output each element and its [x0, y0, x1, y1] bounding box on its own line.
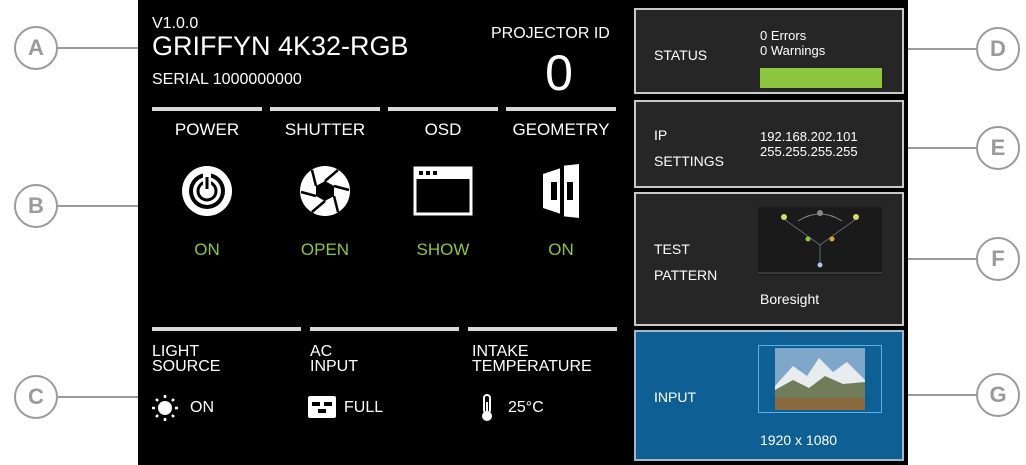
ip-settings-label: IP SETTINGS [654, 127, 725, 169]
power-label: POWER [174, 120, 240, 139]
input-label: INPUT [654, 389, 696, 405]
callout-e: E [976, 126, 1020, 170]
errors-count: 0 Errors [760, 28, 807, 43]
callout-d-leader [906, 48, 978, 50]
power-icon [177, 163, 237, 219]
warnings-count: 0 Warnings [760, 43, 826, 58]
plug-icon [308, 396, 336, 418]
light-source-label: LIGHT SOURCE [152, 343, 221, 375]
osd-state: SHOW [416, 240, 470, 259]
callout-b: B [14, 184, 58, 228]
thermometer-icon [480, 394, 494, 422]
test-pattern-tile[interactable]: TEST PATTERN Boresight [634, 192, 904, 326]
callout-g: G [976, 373, 1020, 417]
subnet-mask: 255.255.255.255 [760, 144, 858, 159]
model-name: GRIFFYN 4K32-RGB [152, 31, 409, 61]
status-health-bar [760, 68, 882, 88]
geometry-state: ON [548, 240, 574, 259]
separator [270, 107, 380, 111]
separator [506, 107, 616, 111]
power-control[interactable]: POWER ON [152, 120, 262, 260]
status-tile[interactable]: STATUS 0 Errors 0 Warnings [634, 8, 904, 94]
callout-d: D [976, 27, 1020, 71]
status-label: STATUS [654, 47, 708, 63]
power-state: ON [194, 240, 220, 259]
sun-icon [152, 395, 178, 421]
intake-temperature-value: 25°C [508, 399, 544, 416]
light-source-value: ON [190, 399, 214, 416]
input-resolution: 1920 x 1080 [760, 432, 838, 448]
osd-label: OSD [424, 120, 462, 139]
callout-a-leader [58, 47, 140, 49]
geometry-control[interactable]: GEOMETRY ON [506, 120, 616, 260]
separator [388, 107, 498, 111]
ac-input-label: AC INPUT [310, 343, 358, 375]
callout-c-leader [58, 396, 140, 398]
geometry-label: GEOMETRY [512, 120, 610, 139]
test-pattern-name: Boresight [760, 291, 820, 307]
ac-input-value: FULL [344, 399, 384, 416]
callout-e-leader [906, 147, 978, 149]
osd-control[interactable]: OSD SHOW [388, 120, 498, 260]
test-pattern-label: TEST PATTERN [654, 241, 718, 283]
callout-f: F [976, 237, 1020, 281]
callout-f-leader [906, 258, 978, 260]
separator [310, 327, 459, 331]
shutter-state: OPEN [300, 240, 350, 259]
input-thumbnail [758, 345, 882, 413]
separator [152, 327, 301, 331]
projector-id-value: 0 [545, 45, 573, 101]
geometry-icon [531, 162, 591, 220]
serial-number: SERIAL 1000000000 [152, 71, 302, 88]
projector-id-label: PROJECTOR ID [491, 25, 610, 42]
osd-window-icon [413, 163, 473, 219]
shutter-label: SHUTTER [284, 120, 366, 139]
separator [468, 327, 617, 331]
input-tile[interactable]: INPUT 1920 x 1080 [634, 330, 904, 461]
separator [152, 107, 262, 111]
callout-a: A [14, 26, 58, 70]
callout-b-leader [58, 205, 140, 207]
test-pattern-thumbnail [758, 207, 882, 275]
callout-g-leader [906, 394, 978, 396]
shutter-control[interactable]: SHUTTER OPEN [270, 120, 380, 260]
ip-settings-tile[interactable]: IP SETTINGS 192.168.202.101 255.255.255.… [634, 100, 904, 188]
ip-address: 192.168.202.101 [760, 129, 858, 144]
shutter-icon [295, 163, 355, 219]
projector-status-screen: V1.0.0 GRIFFYN 4K32-RGB SERIAL 100000000… [138, 0, 908, 465]
intake-temperature-label: INTAKE TEMPERATURE [472, 343, 592, 375]
callout-c: C [14, 375, 58, 419]
